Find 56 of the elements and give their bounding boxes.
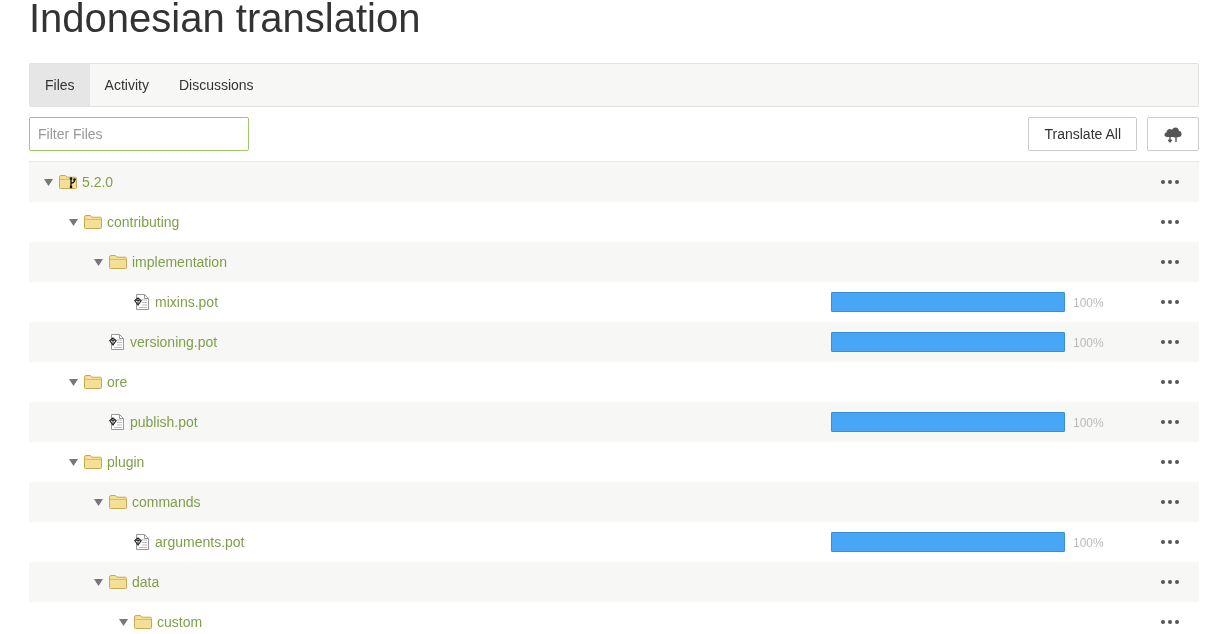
folder-link[interactable]: data xyxy=(132,571,160,593)
more-icon[interactable] xyxy=(1161,300,1179,304)
folder-icon xyxy=(109,495,127,509)
folder-icon xyxy=(84,375,102,389)
folder-branch-icon xyxy=(59,175,77,189)
more-icon[interactable] xyxy=(1161,220,1179,224)
caret-down-icon[interactable] xyxy=(119,618,128,626)
file-link[interactable]: mixins.pot xyxy=(155,291,219,313)
more-icon[interactable] xyxy=(1161,540,1179,544)
folder-link[interactable]: plugin xyxy=(107,451,145,473)
caret-down-icon[interactable] xyxy=(44,178,53,186)
more-icon[interactable] xyxy=(1161,380,1179,384)
folder-icon xyxy=(84,455,102,469)
file-icon xyxy=(109,414,125,430)
folder-icon xyxy=(109,255,127,269)
file-icon xyxy=(109,334,125,350)
folder-link[interactable]: contributing xyxy=(107,211,180,233)
folder-link[interactable]: custom xyxy=(157,611,203,633)
tab[interactable]: Files xyxy=(30,64,90,106)
caret-down-icon[interactable] xyxy=(94,578,103,586)
filter-field[interactable]: Filter Files xyxy=(29,117,249,151)
folder-icon xyxy=(109,575,127,589)
more-icon[interactable] xyxy=(1161,180,1179,184)
folder-link[interactable]: ore xyxy=(107,371,128,393)
file-icon xyxy=(134,534,150,550)
caret-down-icon[interactable] xyxy=(94,498,103,506)
progress-label: 100% xyxy=(1073,335,1104,350)
cloud-arrows-icon xyxy=(1163,125,1183,143)
cloud-button[interactable] xyxy=(1147,117,1199,151)
more-icon[interactable] xyxy=(1161,420,1179,424)
file-link[interactable]: publish.pot xyxy=(130,411,198,433)
caret-down-icon[interactable] xyxy=(94,258,103,266)
more-icon[interactable] xyxy=(1161,260,1179,264)
progress-label: 100% xyxy=(1073,535,1104,550)
more-icon[interactable] xyxy=(1161,500,1179,504)
caret-down-icon[interactable] xyxy=(69,378,78,386)
progress-label: 100% xyxy=(1073,295,1104,310)
folder-icon xyxy=(134,615,152,629)
more-icon[interactable] xyxy=(1161,620,1179,624)
page-title: Indonesian translation xyxy=(29,0,421,36)
tab[interactable]: Activity xyxy=(89,64,164,106)
translate-all-button[interactable]: Translate All xyxy=(1028,117,1137,151)
file-link[interactable]: versioning.pot xyxy=(130,331,218,353)
caret-down-icon[interactable] xyxy=(69,218,78,226)
caret-down-icon[interactable] xyxy=(69,458,78,466)
file-link[interactable]: arguments.pot xyxy=(155,531,245,553)
progress-label: 100% xyxy=(1073,415,1104,430)
folder-link[interactable]: 5.2.0 xyxy=(82,171,114,193)
file-icon xyxy=(134,294,150,310)
more-icon[interactable] xyxy=(1161,580,1179,584)
more-icon[interactable] xyxy=(1161,460,1179,464)
more-icon[interactable] xyxy=(1161,340,1179,344)
folder-link[interactable]: commands xyxy=(132,491,201,513)
folder-link[interactable]: implementation xyxy=(132,251,227,273)
folder-icon xyxy=(84,215,102,229)
tab[interactable]: Discussions xyxy=(163,64,269,106)
